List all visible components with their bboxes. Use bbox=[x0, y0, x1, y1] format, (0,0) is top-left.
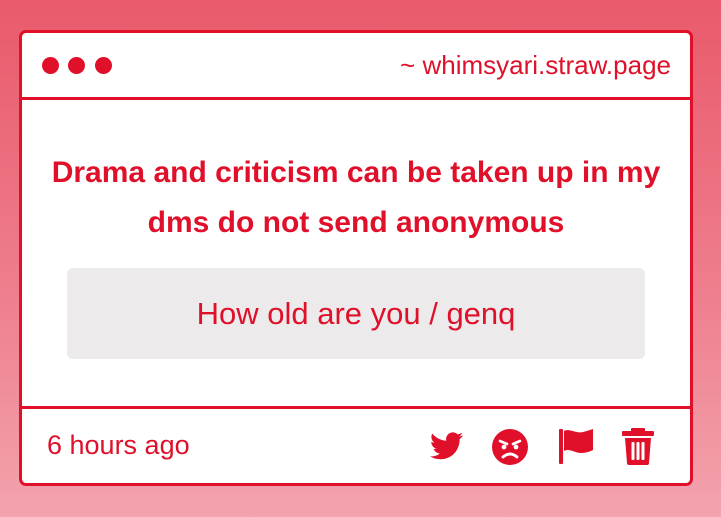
window-dot bbox=[95, 57, 112, 74]
window-dot bbox=[68, 57, 85, 74]
message-body: Drama and criticism can be taken up in m… bbox=[22, 100, 690, 406]
window-dot bbox=[42, 57, 59, 74]
window-title-bar: ~ whimsyari.straw.page bbox=[22, 33, 690, 100]
trash-icon[interactable] bbox=[618, 426, 658, 466]
question-box: How old are you / genq bbox=[67, 268, 645, 359]
twitter-icon[interactable] bbox=[426, 426, 466, 466]
page-headline: Drama and criticism can be taken up in m… bbox=[51, 156, 661, 239]
timestamp: 6 hours ago bbox=[47, 430, 190, 460]
site-url[interactable]: ~ whimsyari.straw.page bbox=[400, 47, 671, 83]
flag-icon[interactable] bbox=[556, 426, 596, 466]
question-text: How old are you / genq bbox=[196, 296, 516, 331]
angry-face-icon[interactable] bbox=[490, 426, 530, 466]
card-footer: 6 hours ago bbox=[22, 406, 690, 483]
message-card: ~ whimsyari.straw.page Drama and critici… bbox=[19, 30, 693, 486]
